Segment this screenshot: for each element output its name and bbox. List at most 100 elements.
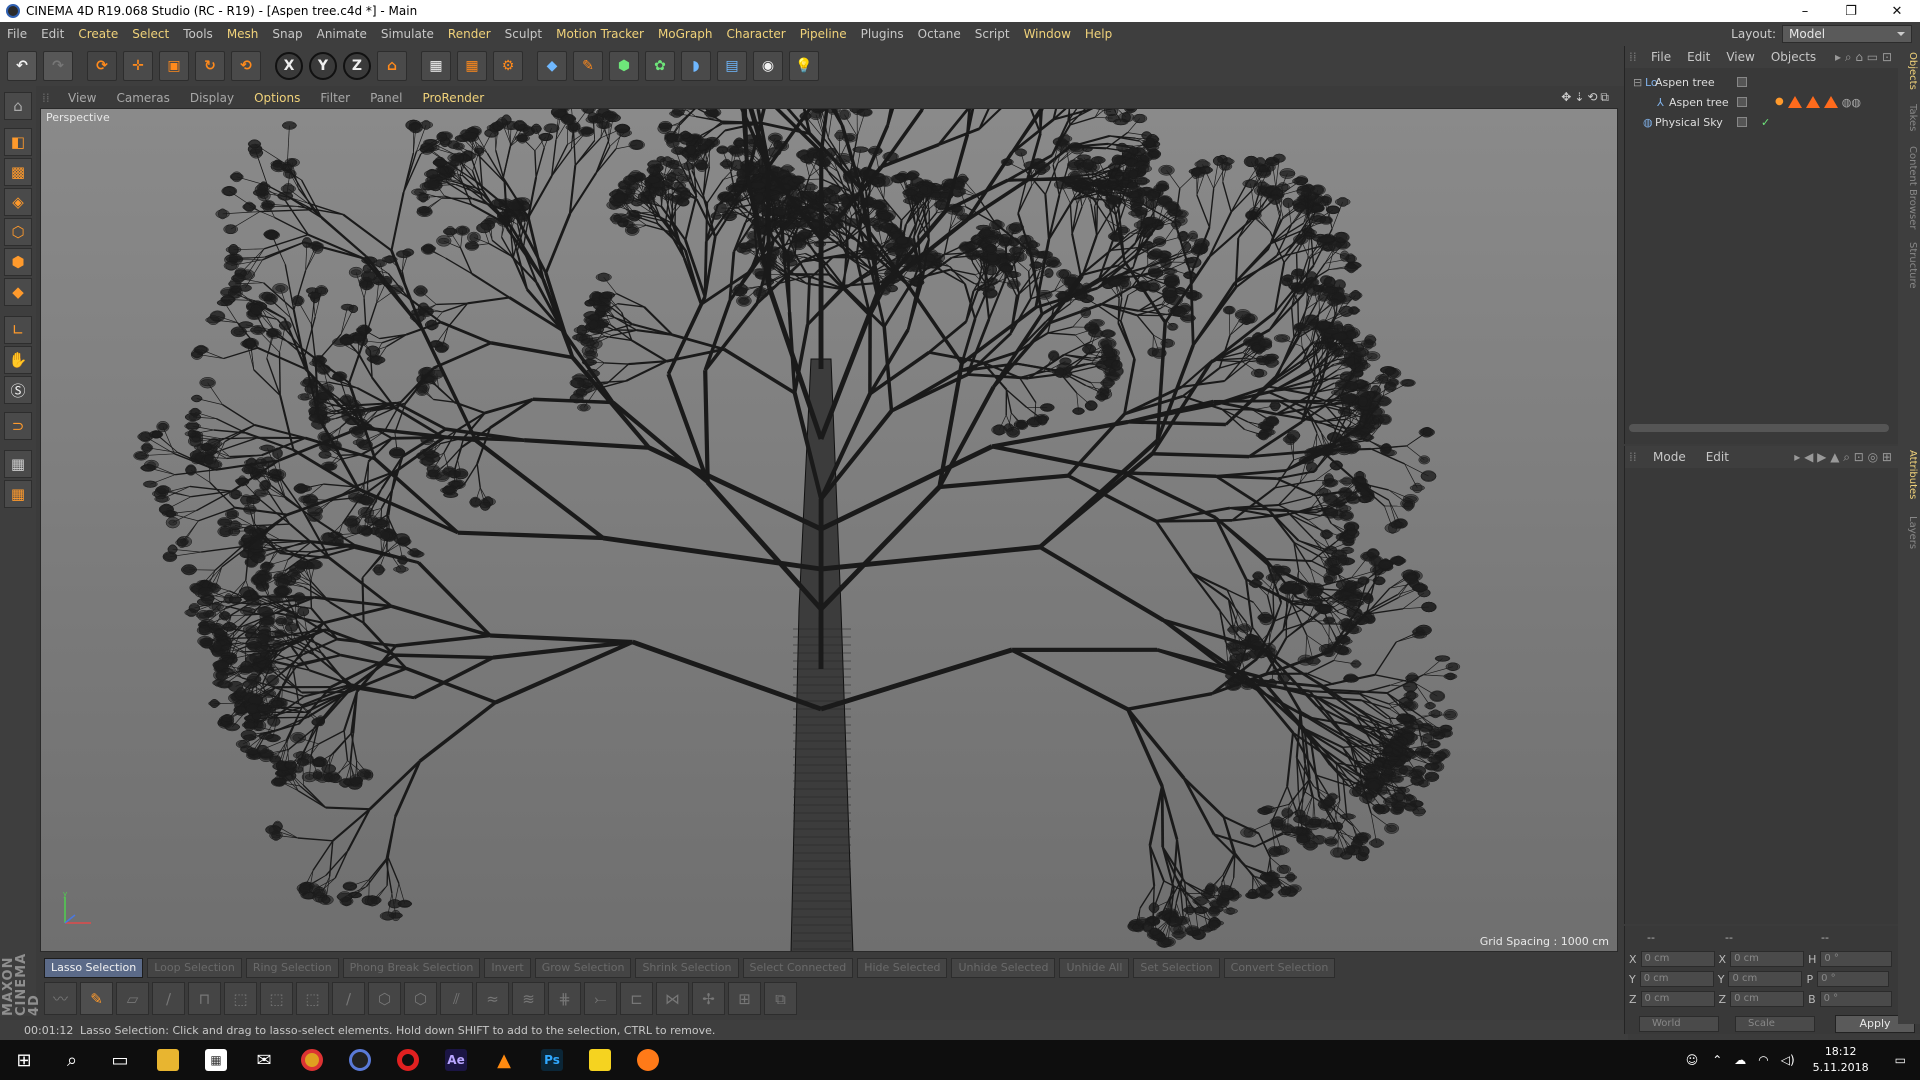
visibility-toggle[interactable] <box>1737 97 1747 107</box>
viewport-menu-filter[interactable]: Filter <box>310 91 360 105</box>
menu-plugins[interactable]: Plugins <box>854 27 911 41</box>
scale-z-field[interactable]: 0 cm <box>1730 991 1805 1007</box>
attr-menu-mode[interactable]: Mode <box>1643 450 1696 464</box>
polygons-mode-button[interactable]: ◆ <box>4 278 32 306</box>
position-y-field[interactable]: 0 cm <box>1639 971 1714 987</box>
solo-button[interactable]: Ⓢ <box>4 376 32 404</box>
command-hide-selected[interactable]: Hide Selected <box>857 958 948 978</box>
y-axis-lock-button[interactable]: Y <box>309 52 337 80</box>
floor-button[interactable]: ▤ <box>717 51 747 81</box>
workplane-mode-button[interactable]: ◈ <box>4 188 32 216</box>
menu-window[interactable]: Window <box>1017 27 1078 41</box>
material-tag-icon[interactable] <box>1823 95 1838 108</box>
rotate-tool[interactable]: ↻ <box>195 51 225 81</box>
photoshop-icon[interactable]: Ps <box>528 1040 576 1080</box>
tab-structure[interactable]: Structure <box>1900 242 1918 289</box>
material-tag-icon[interactable] <box>1787 95 1802 108</box>
command-loop-selection[interactable]: Loop Selection <box>147 958 242 978</box>
viewport-menu-display[interactable]: Display <box>180 91 244 105</box>
edges-mode-button[interactable]: ⬢ <box>4 248 32 276</box>
menu-mograph[interactable]: MoGraph <box>651 27 720 41</box>
vlc-icon[interactable]: ▲ <box>480 1040 528 1080</box>
cloner-button[interactable]: ✿ <box>645 51 675 81</box>
menu-edit[interactable]: Edit <box>34 27 71 41</box>
weld-tool-icon[interactable]: ⬡ <box>404 982 437 1015</box>
cube-primitive-button[interactable]: ◆ <box>537 51 567 81</box>
undo-button[interactable]: ↶ <box>7 51 37 81</box>
model-mode-button[interactable]: ◧ <box>4 128 32 156</box>
slide-tool-icon[interactable]: ≈ <box>476 982 509 1015</box>
menu-script[interactable]: Script <box>968 27 1017 41</box>
menu-pipeline[interactable]: Pipeline <box>793 27 854 41</box>
render-settings-button[interactable]: ⚙ <box>493 51 523 81</box>
menu-octane[interactable]: Octane <box>911 27 968 41</box>
planar-workplane-button[interactable]: ▦ <box>4 480 32 508</box>
tab-layers[interactable]: Layers <box>1900 516 1918 549</box>
command-convert-selection[interactable]: Convert Selection <box>1223 958 1336 978</box>
menu-tools[interactable]: Tools <box>176 27 220 41</box>
edge-cut-icon[interactable]: ⊏ <box>620 982 653 1015</box>
object-manager-scrollbar[interactable] <box>1629 424 1889 432</box>
menu-sculpt[interactable]: Sculpt <box>498 27 549 41</box>
minimize-button[interactable]: – <box>1782 0 1828 22</box>
light-button[interactable]: 💡 <box>789 51 819 81</box>
viewport-menu-cameras[interactable]: Cameras <box>106 91 179 105</box>
enabled-check-icon[interactable]: ✓ <box>1761 116 1770 129</box>
om-menu-edit[interactable]: Edit <box>1679 50 1718 64</box>
points-mode-button[interactable]: ⬡ <box>4 218 32 246</box>
position-z-field[interactable]: 0 cm <box>1640 991 1715 1007</box>
object-row[interactable]: ◍ Physical Sky ✓ <box>1625 112 1899 132</box>
menu-file[interactable]: File <box>0 27 34 41</box>
snap-button[interactable]: ⊃ <box>4 412 32 440</box>
command-unhide-selected[interactable]: Unhide Selected <box>951 958 1056 978</box>
triangulate-tool-icon[interactable]: ⧉ <box>764 982 797 1015</box>
coordinate-system-button[interactable]: ⌂ <box>377 51 407 81</box>
menu-create[interactable]: Create <box>71 27 125 41</box>
file-explorer-icon[interactable] <box>144 1040 192 1080</box>
command-invert[interactable]: Invert <box>484 958 531 978</box>
tab-takes[interactable]: Takes <box>1900 104 1918 131</box>
restore-button[interactable]: ❐ <box>1828 0 1874 22</box>
iron-tool-icon[interactable]: ≋ <box>512 982 545 1015</box>
network-icon[interactable]: ◠ <box>1752 1053 1774 1067</box>
attr-menu-edit[interactable]: Edit <box>1696 450 1739 464</box>
volume-icon[interactable]: ◁) <box>1775 1053 1801 1067</box>
brush-tool-icon[interactable]: ✎ <box>80 982 113 1015</box>
menu-help[interactable]: Help <box>1078 27 1119 41</box>
subdivision-surface-button[interactable]: ⬢ <box>609 51 639 81</box>
command-set-selection[interactable]: Set Selection <box>1133 958 1220 978</box>
line-cut-icon[interactable]: ∕ <box>332 982 365 1015</box>
bevel-tool-icon[interactable]: ⬚ <box>260 982 293 1015</box>
viewport-menu-prorender[interactable]: ProRender <box>412 91 494 105</box>
store-icon[interactable]: ▦ <box>192 1040 240 1080</box>
scale-x-field[interactable]: 0 cm <box>1730 951 1805 967</box>
size-mode-dropdown[interactable]: Scale <box>1735 1016 1815 1032</box>
move-tool[interactable]: ✛ <box>123 51 153 81</box>
magnet-tool-icon[interactable]: ⊓ <box>188 982 221 1015</box>
notifications-icon[interactable]: ▭ <box>1881 1053 1920 1067</box>
plane-cut-icon[interactable]: ▱ <box>116 982 149 1015</box>
workplane-lock-button[interactable]: ▦ <box>4 450 32 478</box>
viewport-menu-panel[interactable]: Panel <box>360 91 412 105</box>
dissolve-tool-icon[interactable]: ⋈ <box>656 982 689 1015</box>
melt-tool-icon[interactable]: ⤚ <box>584 982 617 1015</box>
cinema4d-taskbar-icon[interactable] <box>336 1040 384 1080</box>
viewport-menu-options[interactable]: Options <box>244 91 310 105</box>
firefox-icon[interactable] <box>624 1040 672 1080</box>
search-icon[interactable]: ⌕ <box>48 1040 96 1080</box>
optimize-tool-icon[interactable]: ✢ <box>692 982 725 1015</box>
command-select-connected[interactable]: Select Connected <box>742 958 854 978</box>
spline-tool-icon[interactable]: 〰 <box>44 982 77 1015</box>
redo-button[interactable]: ↷ <box>43 51 73 81</box>
menu-mesh[interactable]: Mesh <box>220 27 266 41</box>
pen-spline-button[interactable]: ✎ <box>573 51 603 81</box>
menu-simulate[interactable]: Simulate <box>374 27 441 41</box>
inner-extrude-icon[interactable]: ⬚ <box>296 982 329 1015</box>
x-axis-lock-button[interactable]: X <box>275 52 303 80</box>
smooth-shift-icon[interactable]: ⋕ <box>548 982 581 1015</box>
tab-objects[interactable]: Objects <box>1900 52 1918 90</box>
command-phong-break-selection[interactable]: Phong Break Selection <box>342 958 481 978</box>
menu-character[interactable]: Character <box>719 27 792 41</box>
tab-attributes[interactable]: Attributes <box>1900 450 1918 499</box>
stitch-tool-icon[interactable]: ⫽ <box>440 982 473 1015</box>
